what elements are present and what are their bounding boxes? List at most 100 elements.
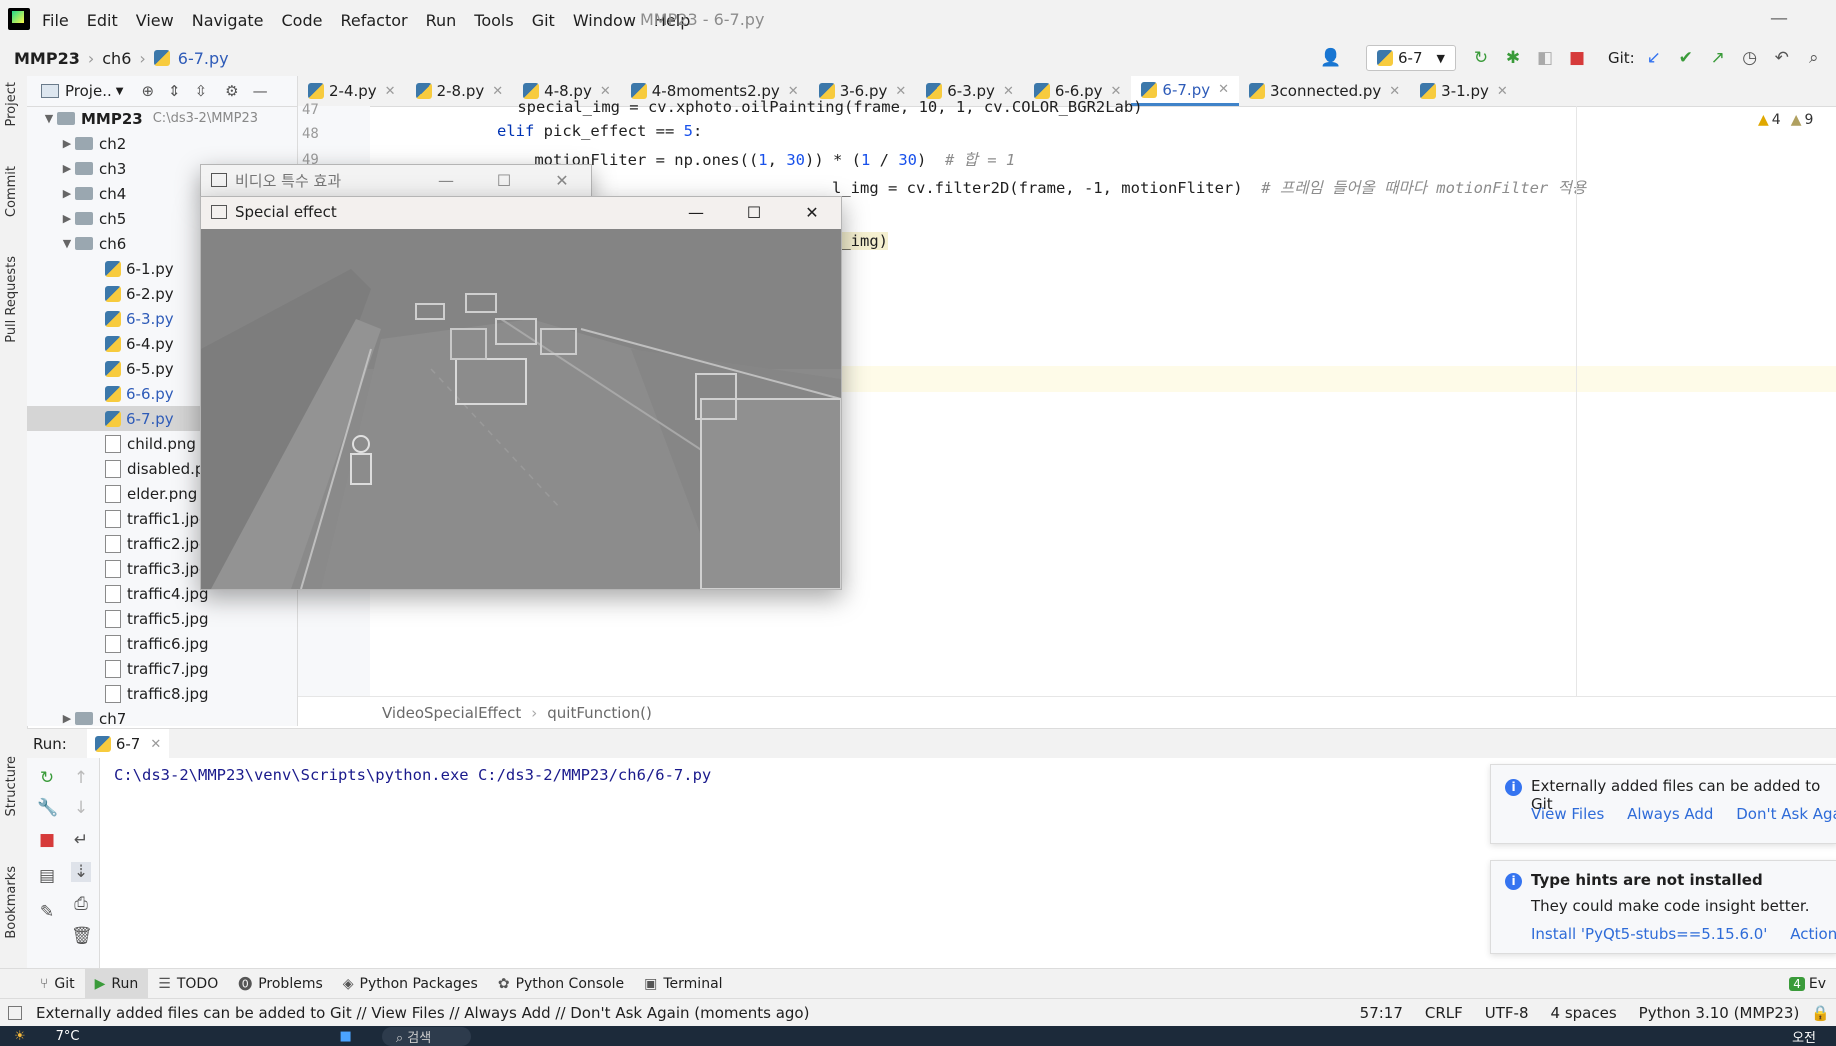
close-icon[interactable]: ✕ [600,84,611,99]
line-separator[interactable]: CRLF [1425,1004,1463,1022]
menu-refactor[interactable]: Refactor [340,11,407,30]
python-packages-tool-button[interactable]: ◈ Python Packages [333,969,488,999]
git-push-icon[interactable]: ↗ [1707,47,1729,69]
rollback-icon[interactable]: ↶ [1771,47,1793,69]
weather-temperature[interactable]: 7°C [56,1029,80,1044]
gear-icon[interactable]: ⚙ [225,82,238,100]
close-icon[interactable]: ✕ [1497,84,1508,99]
python-interpreter[interactable]: Python 3.10 (MMP23) [1639,1004,1800,1022]
windows-start-icon[interactable]: ■ [340,1029,352,1044]
close-icon[interactable]: ✕ [1389,84,1400,99]
pin-icon[interactable]: ✎ [37,902,57,922]
actions-dropdown[interactable]: Actions [1790,925,1836,943]
pull-requests-tool-tab[interactable]: Pull Requests [4,256,19,343]
commit-tool-tab[interactable]: Commit [4,166,19,217]
scroll-to-end-icon[interactable]: ⇣ [71,862,91,882]
menu-window[interactable]: Window [573,11,636,30]
install-stubs-link[interactable]: Install 'PyQt5-stubs==5.15.6.0' [1531,925,1767,943]
editor-tab[interactable]: 3connected.py ✕ [1239,76,1410,106]
terminal-tool-button[interactable]: ▣ Terminal [634,969,732,999]
close-icon[interactable]: ✕ [492,84,503,99]
clock[interactable]: 오전 [1792,1027,1816,1046]
close-icon[interactable]: ✕ [1111,84,1122,99]
tree-file[interactable]: traffic8.jpg [27,681,297,706]
collapse-all-icon[interactable]: ⇳ [195,82,208,100]
file-encoding[interactable]: UTF-8 [1485,1004,1529,1022]
close-icon[interactable]: ✕ [1003,84,1014,99]
menu-navigate[interactable]: Navigate [192,11,264,30]
dont-ask-again-link[interactable]: Don't Ask Again [1736,805,1836,823]
status-message[interactable]: Externally added files can be added to G… [36,1004,809,1022]
crumb-file[interactable]: 6-7.py [178,49,229,68]
todo-tool-button[interactable]: ☰ TODO [148,969,228,999]
arrow-down-icon[interactable]: ↓ [71,798,91,818]
tree-file[interactable]: traffic6.jpg [27,631,297,656]
close-icon[interactable]: ✕ [533,171,591,190]
menu-edit[interactable]: Edit [87,11,118,30]
rerun-icon[interactable]: ↻ [1470,47,1492,69]
git-tool-button[interactable]: ⑂ Git [30,969,85,999]
editor-tab[interactable]: 6-7.py ✕ [1131,76,1239,106]
editor-tab[interactable]: 3-1.py ✕ [1410,76,1518,106]
close-icon[interactable]: ✕ [895,84,906,99]
debug-icon[interactable]: ✱ [1502,47,1524,69]
close-icon[interactable]: ✕ [788,84,799,99]
crumb-function[interactable]: quitFunction() [547,704,652,722]
layout-icon[interactable]: ▤ [37,866,57,886]
minimize-icon[interactable]: — [417,171,475,190]
menu-run[interactable]: Run [426,11,457,30]
project-view-select[interactable]: Proje.. [65,82,112,100]
menu-view[interactable]: View [136,11,174,30]
inspection-widget[interactable]: ▲ 4 ▲ 9 [1758,112,1813,128]
coverage-icon[interactable]: ◧ [1534,47,1556,69]
indent-setting[interactable]: 4 spaces [1551,1004,1617,1022]
arrow-up-icon[interactable]: ↑ [71,768,91,788]
history-icon[interactable]: ◷ [1739,47,1761,69]
crumb-project[interactable]: MMP23 [14,49,80,68]
close-icon[interactable]: ✕ [783,203,841,222]
maximize-icon[interactable]: ☐ [475,171,533,190]
locate-icon[interactable]: ⊕ [141,82,154,100]
minimize-icon[interactable]: — [667,203,725,222]
bookmarks-tool-tab[interactable]: Bookmarks [4,866,19,939]
minimize-icon[interactable]: — [1770,8,1788,29]
hide-icon[interactable]: — [253,82,268,100]
menu-tools[interactable]: Tools [474,11,513,30]
lock-icon[interactable]: 🔒 [1811,1004,1830,1022]
menu-git[interactable]: Git [532,11,555,30]
caret-position[interactable]: 57:17 [1360,1004,1403,1022]
menu-file[interactable]: File [42,11,69,30]
rerun-icon[interactable]: ↻ [37,768,57,788]
event-log-button[interactable]: 4 Ev [1779,969,1836,999]
user-icon[interactable]: 👤 [1320,47,1342,69]
tree-file[interactable]: traffic5.jpg [27,606,297,631]
taskbar-search[interactable]: ⌕ 검색 [381,1026,472,1046]
trash-icon[interactable]: 🗑 [71,926,93,946]
close-icon[interactable]: ✕ [150,737,161,752]
run-tool-button[interactable]: ▶ Run [84,969,149,999]
special-effect-window[interactable]: Special effect — ☐ ✕ [200,196,842,590]
run-tab[interactable]: 6-7 ✕ [86,729,170,759]
tree-folder[interactable]: ▶ ch2 [27,131,297,156]
git-commit-icon[interactable]: ✔ [1675,47,1697,69]
crumb-folder[interactable]: ch6 [102,49,131,68]
stop-icon[interactable]: ■ [37,830,57,850]
maximize-icon[interactable]: ☐ [725,203,783,222]
problems-tool-button[interactable]: ⓿ Problems [228,969,333,999]
tree-file[interactable]: traffic7.jpg [27,656,297,681]
close-icon[interactable]: ✕ [385,84,396,99]
search-icon[interactable]: ⌕ [1803,47,1825,69]
tree-root[interactable]: ▼ MMP23 C:\ds3-2\MMP23 [27,106,297,131]
soft-wrap-icon[interactable]: ↵ [71,830,91,850]
structure-tool-tab[interactable]: Structure [4,756,19,816]
menu-code[interactable]: Code [282,11,323,30]
korean-effect-window[interactable]: 비디오 특수 효과 — ☐ ✕ [200,164,592,198]
python-console-tool-button[interactable]: ✿ Python Console [488,969,634,999]
chevron-down-icon[interactable]: ▼ [116,86,124,97]
project-tool-tab[interactable]: Project [4,82,19,126]
wrench-icon[interactable]: 🔧 [37,798,58,818]
run-config-select[interactable]: 6-7 ▼ [1366,45,1456,71]
git-update-icon[interactable]: ↙ [1643,47,1665,69]
close-icon[interactable]: ✕ [1218,82,1229,97]
print-icon[interactable]: ⎙ [71,894,91,914]
